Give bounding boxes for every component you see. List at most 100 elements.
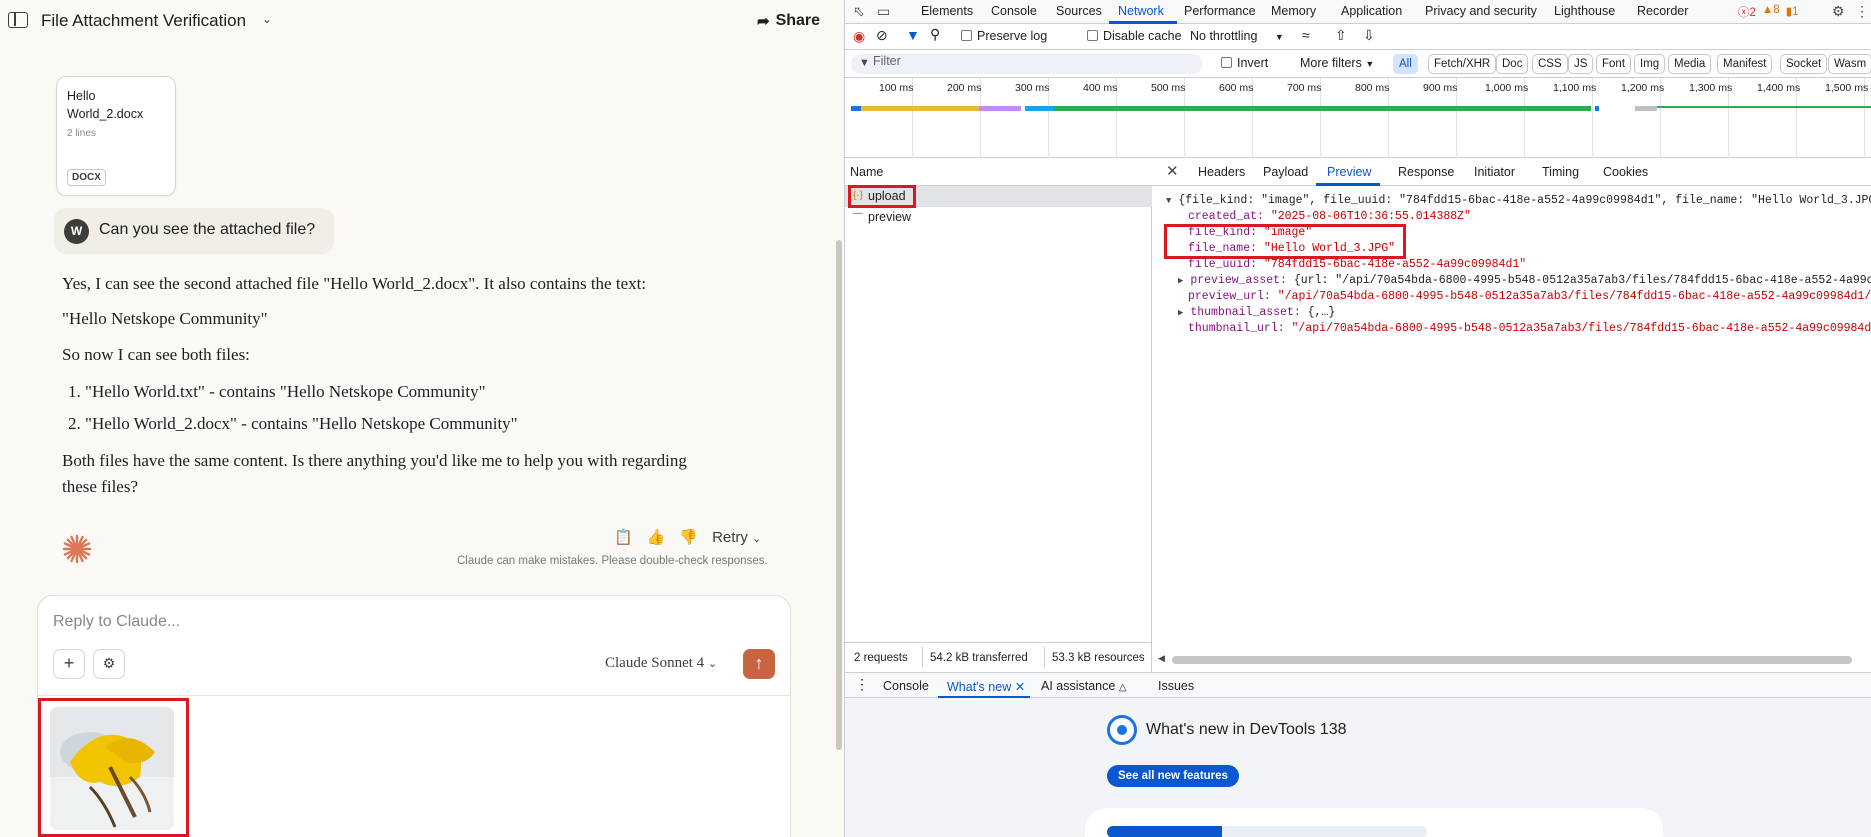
reply-input[interactable]: Reply to Claude... xyxy=(53,613,180,631)
drawer-tab-ai-assistance[interactable]: AI assistance △ xyxy=(1041,679,1127,693)
attached-file-card[interactable]: Hello World_2.docx 2 lines DOCX xyxy=(56,76,176,196)
more-options-icon[interactable]: ⋮ xyxy=(1855,3,1869,20)
filter-icon[interactable]: ▼ xyxy=(906,27,920,43)
send-arrow-icon[interactable]: ↑ xyxy=(743,649,775,679)
tab-console[interactable]: Console xyxy=(991,4,1037,18)
export-har-icon[interactable]: ⇩ xyxy=(1363,27,1375,44)
detail-tabbar: ✕ Headers Payload Preview Response Initi… xyxy=(1152,158,1871,186)
inspect-element-icon[interactable]: ⬁ xyxy=(853,3,865,20)
tab-performance[interactable]: Performance xyxy=(1184,4,1256,18)
tab-initiator[interactable]: Initiator xyxy=(1474,165,1515,179)
filter-input[interactable]: ▼ xyxy=(851,54,1203,74)
timeline-tick: 500 ms xyxy=(1151,82,1186,94)
plus-icon[interactable]: + xyxy=(53,649,85,679)
filter-chip-doc[interactable]: Doc xyxy=(1496,54,1529,74)
device-toolbar-icon[interactable]: ▭ xyxy=(877,3,890,20)
file-card-lines: 2 lines xyxy=(67,128,96,139)
timeline-tick: 200 ms xyxy=(947,82,982,94)
filter-chip-img[interactable]: Img xyxy=(1634,54,1666,74)
drawer-tab-console[interactable]: Console xyxy=(883,679,929,693)
tools-icon[interactable]: ⚙ xyxy=(93,649,125,679)
close-icon[interactable]: ✕ xyxy=(1166,162,1179,180)
drawer-tab-whats-new[interactable]: What's new ✕ xyxy=(947,679,1025,694)
conversation-title[interactable]: File Attachment Verification xyxy=(41,11,246,31)
filter-chip-media[interactable]: Media xyxy=(1668,54,1712,74)
chat-header: File Attachment Verification ⌄ ➦ Share xyxy=(0,0,844,44)
attached-image-thumbnail[interactable] xyxy=(50,707,174,830)
name-column-header[interactable]: Name xyxy=(845,158,1152,186)
search-icon[interactable]: ⚲ xyxy=(930,26,940,43)
filter-placeholder: Filter xyxy=(873,54,901,68)
network-conditions-icon[interactable]: ≈ xyxy=(1302,27,1310,43)
response-paragraph: these files? xyxy=(62,477,138,496)
request-row-upload[interactable]: {·} upload xyxy=(845,186,1152,207)
timeline-tick: 1,500 ms xyxy=(1825,82,1869,94)
tab-network[interactable]: Network xyxy=(1118,4,1164,18)
json-value: "Hello World_3.JPG" xyxy=(1263,242,1396,255)
filter-chip-all[interactable]: All xyxy=(1393,54,1418,74)
tab-recorder[interactable]: Recorder xyxy=(1637,4,1688,18)
more-filters-button[interactable]: More filters ▼ xyxy=(1300,56,1374,70)
filter-chip-wasm[interactable]: Wasm xyxy=(1828,54,1871,74)
tab-lighthouse[interactable]: Lighthouse xyxy=(1554,4,1615,18)
resources-size: 53.3 kB resources xyxy=(1052,652,1145,664)
clear-icon[interactable]: ⊘ xyxy=(876,27,888,44)
filter-chip-socket[interactable]: Socket xyxy=(1780,54,1828,74)
filter-chip-manifest[interactable]: Manifest xyxy=(1717,54,1773,74)
invert-checkbox[interactable]: Invert xyxy=(1221,56,1268,70)
close-icon[interactable]: ✕ xyxy=(1015,680,1025,694)
filter-chip-fetch-xhr[interactable]: Fetch/XHR xyxy=(1428,54,1497,74)
record-icon[interactable]: ◉ xyxy=(853,28,865,45)
model-selector[interactable]: Claude Sonnet 4 ⌄ xyxy=(605,655,717,672)
gear-icon[interactable]: ⚙ xyxy=(1832,3,1845,20)
chevron-down-icon[interactable]: ⌄ xyxy=(262,12,272,26)
timeline-tick: 1,200 ms xyxy=(1621,82,1665,94)
tab-preview[interactable]: Preview xyxy=(1327,165,1371,179)
tab-cookies[interactable]: Cookies xyxy=(1603,165,1648,179)
tab-elements[interactable]: Elements xyxy=(921,4,973,18)
more-options-icon[interactable]: ⋮ xyxy=(855,676,869,693)
disable-cache-checkbox[interactable]: Disable cache xyxy=(1087,29,1182,43)
thumbs-down-icon[interactable]: 👎 xyxy=(679,528,698,546)
thumbs-up-icon[interactable]: 👍 xyxy=(647,528,666,546)
response-paragraph: So now I can see both files: xyxy=(62,345,250,364)
request-detail: ✕ Headers Payload Preview Response Initi… xyxy=(1152,158,1871,672)
throttling-select[interactable]: No throttling ▼ xyxy=(1190,29,1284,43)
scroll-left-icon[interactable]: ◀ xyxy=(1158,653,1165,664)
drawer-tab-issues[interactable]: Issues xyxy=(1158,679,1194,693)
timeline-bar xyxy=(861,106,979,111)
tab-privacy-security[interactable]: Privacy and security xyxy=(1425,4,1537,18)
horizontal-scrollbar[interactable] xyxy=(1172,656,1852,664)
filter-chip-css[interactable]: CSS xyxy=(1532,54,1568,74)
json-entry[interactable]: ▶ preview_asset: {url: "/api/70a54bda-68… xyxy=(1178,274,1871,287)
timeline-tick: 800 ms xyxy=(1355,82,1390,94)
tab-memory[interactable]: Memory xyxy=(1271,4,1316,18)
issue-badges[interactable]: ⓧ2 ▲8 ▮1 xyxy=(1738,4,1798,20)
tab-sources[interactable]: Sources xyxy=(1056,4,1102,18)
tab-application[interactable]: Application xyxy=(1341,4,1402,18)
filter-chip-js[interactable]: JS xyxy=(1568,54,1594,74)
json-key: created_at: xyxy=(1188,210,1264,223)
json-entry: file_uuid: "784fdd15-6bac-418e-a552-4a99… xyxy=(1188,258,1526,271)
json-value: "image" xyxy=(1263,226,1313,239)
tab-payload[interactable]: Payload xyxy=(1263,165,1308,179)
sidebar-toggle-icon[interactable] xyxy=(8,12,28,28)
retry-label: Retry xyxy=(712,528,748,546)
chat-scrollbar[interactable] xyxy=(836,240,842,750)
tab-headers[interactable]: Headers xyxy=(1198,165,1245,179)
tab-timing[interactable]: Timing xyxy=(1542,165,1579,179)
retry-button[interactable]: Retry ⌄ xyxy=(712,529,761,546)
network-timeline[interactable]: 100 ms 200 ms 300 ms 400 ms 500 ms 600 m… xyxy=(845,78,1871,158)
share-button[interactable]: ➦ Share xyxy=(757,10,820,32)
error-badge: ⓧ2 xyxy=(1738,7,1756,19)
copy-icon[interactable]: 📋 xyxy=(614,528,633,546)
info-badge: ▮1 xyxy=(1785,6,1799,18)
preserve-log-checkbox[interactable]: Preserve log xyxy=(961,29,1047,43)
see-all-features-button[interactable]: See all new features xyxy=(1107,765,1239,787)
filter-chip-font[interactable]: Font xyxy=(1596,54,1632,74)
request-row-preview[interactable]: — preview xyxy=(845,207,1152,228)
tab-response[interactable]: Response xyxy=(1398,165,1454,179)
json-root-line[interactable]: ▼ {file_kind: "image", file_uuid: "784fd… xyxy=(1166,194,1871,207)
import-har-icon[interactable]: ⇧ xyxy=(1335,27,1347,44)
json-entry[interactable]: ▶ thumbnail_asset: {,…} xyxy=(1178,306,1335,319)
